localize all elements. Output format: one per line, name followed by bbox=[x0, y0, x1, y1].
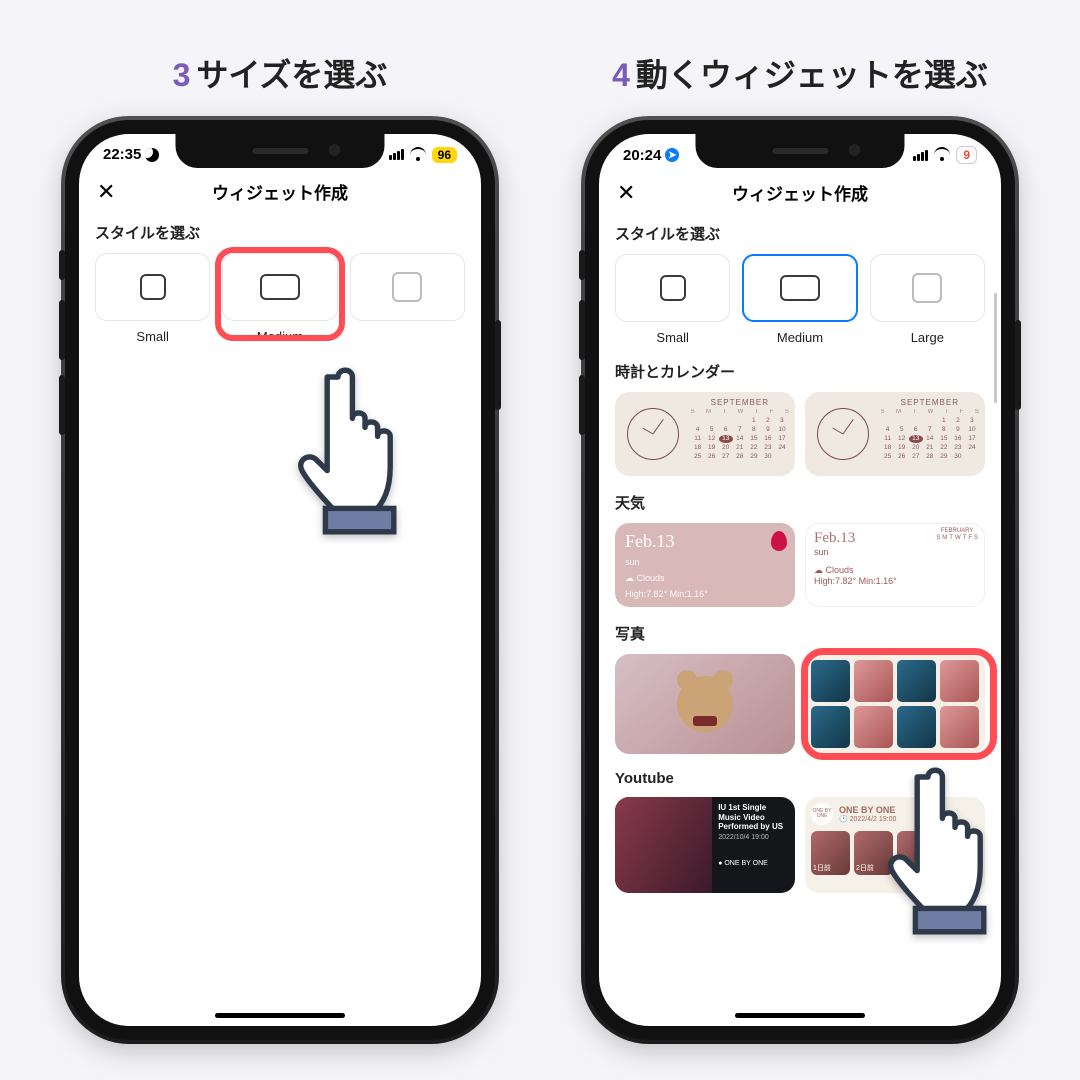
size-large[interactable] bbox=[350, 253, 465, 321]
nav-title: ウィジェット作成 bbox=[732, 180, 868, 205]
scrollbar[interactable] bbox=[994, 293, 997, 403]
phone-right: 20:24 ➤ 9 ✕ ウィジェット作成 スタイルを選ぶ bbox=[585, 120, 1015, 1040]
section-style: スタイルを選ぶ bbox=[95, 222, 465, 243]
wifi-icon bbox=[934, 149, 950, 161]
widget-youtube-1[interactable]: IU 1st Single Music Video Performed by U… bbox=[615, 797, 795, 893]
section-clock: 時計とカレンダー bbox=[615, 361, 985, 382]
status-time: 20:24 bbox=[623, 147, 661, 164]
cal-dow: SMTWTFS bbox=[881, 409, 979, 417]
widget-clock-1[interactable]: SEPTEMBER SMTWTFS 1234567891011121314151… bbox=[615, 392, 795, 476]
home-indicator[interactable] bbox=[215, 1013, 345, 1018]
step4-title: 4動くウィジェットを選ぶ bbox=[612, 50, 988, 96]
location-icon: ➤ bbox=[665, 148, 679, 162]
size-medium-selected[interactable] bbox=[742, 254, 857, 322]
size-large[interactable] bbox=[870, 254, 985, 322]
cellular-icon bbox=[389, 149, 404, 160]
home-indicator[interactable] bbox=[735, 1013, 865, 1018]
size-small[interactable] bbox=[615, 254, 730, 322]
battery-badge: 9 bbox=[956, 146, 977, 164]
size-medium[interactable] bbox=[222, 253, 337, 321]
step3-title: 3サイズを選ぶ bbox=[173, 50, 388, 96]
widget-photo-grid[interactable] bbox=[805, 654, 985, 754]
close-button[interactable]: ✕ bbox=[97, 179, 115, 205]
dnd-moon-icon bbox=[145, 148, 159, 162]
widget-weather-2[interactable]: Feb.13 sun ☁︎ Clouds High:7.82° Min:1.16… bbox=[805, 523, 985, 607]
yt-strip: 1日前2日前3日前3日前 bbox=[811, 831, 979, 875]
section-photo: 写真 bbox=[615, 623, 985, 644]
size-selector: Small Medium Large bbox=[95, 253, 465, 344]
size-small[interactable] bbox=[95, 253, 210, 321]
section-style: スタイルを選ぶ bbox=[615, 223, 985, 244]
nav-title: ウィジェット作成 bbox=[212, 179, 348, 204]
pin-icon bbox=[771, 531, 787, 551]
widget-clock-2[interactable]: SEPTEMBER SMTWTFS 1234567891011121314151… bbox=[805, 392, 985, 476]
widget-youtube-2[interactable]: ONE BY ONE ONE BY ONE 🕐 2022/4/2 19:00 1… bbox=[805, 797, 985, 893]
close-button[interactable]: ✕ bbox=[617, 180, 635, 206]
battery-badge: 96 bbox=[432, 147, 457, 163]
section-weather: 天気 bbox=[615, 492, 985, 513]
widget-photo-1[interactable] bbox=[615, 654, 795, 754]
status-time: 22:35 bbox=[103, 146, 141, 163]
cal-dow: SMTWTFS bbox=[936, 535, 978, 542]
cal-days-1: 1234567891011121314151617181920212223242… bbox=[691, 417, 789, 462]
cellular-icon bbox=[913, 150, 928, 161]
teddy-bear-icon bbox=[677, 676, 733, 732]
widget-weather-1[interactable]: Feb.13 sun ☁︎ Clouds High:7.82° Min:1.16… bbox=[615, 523, 795, 607]
section-youtube: Youtube bbox=[615, 770, 985, 787]
cal-days-2: 1234567891011121314151617181920212223242… bbox=[881, 417, 979, 462]
cal-dow: SMTWTFS bbox=[691, 409, 789, 417]
phone-left: 22:35 96 ✕ ウィジェット作成 スタイルを選ぶ bbox=[65, 120, 495, 1040]
wifi-icon bbox=[410, 149, 426, 161]
